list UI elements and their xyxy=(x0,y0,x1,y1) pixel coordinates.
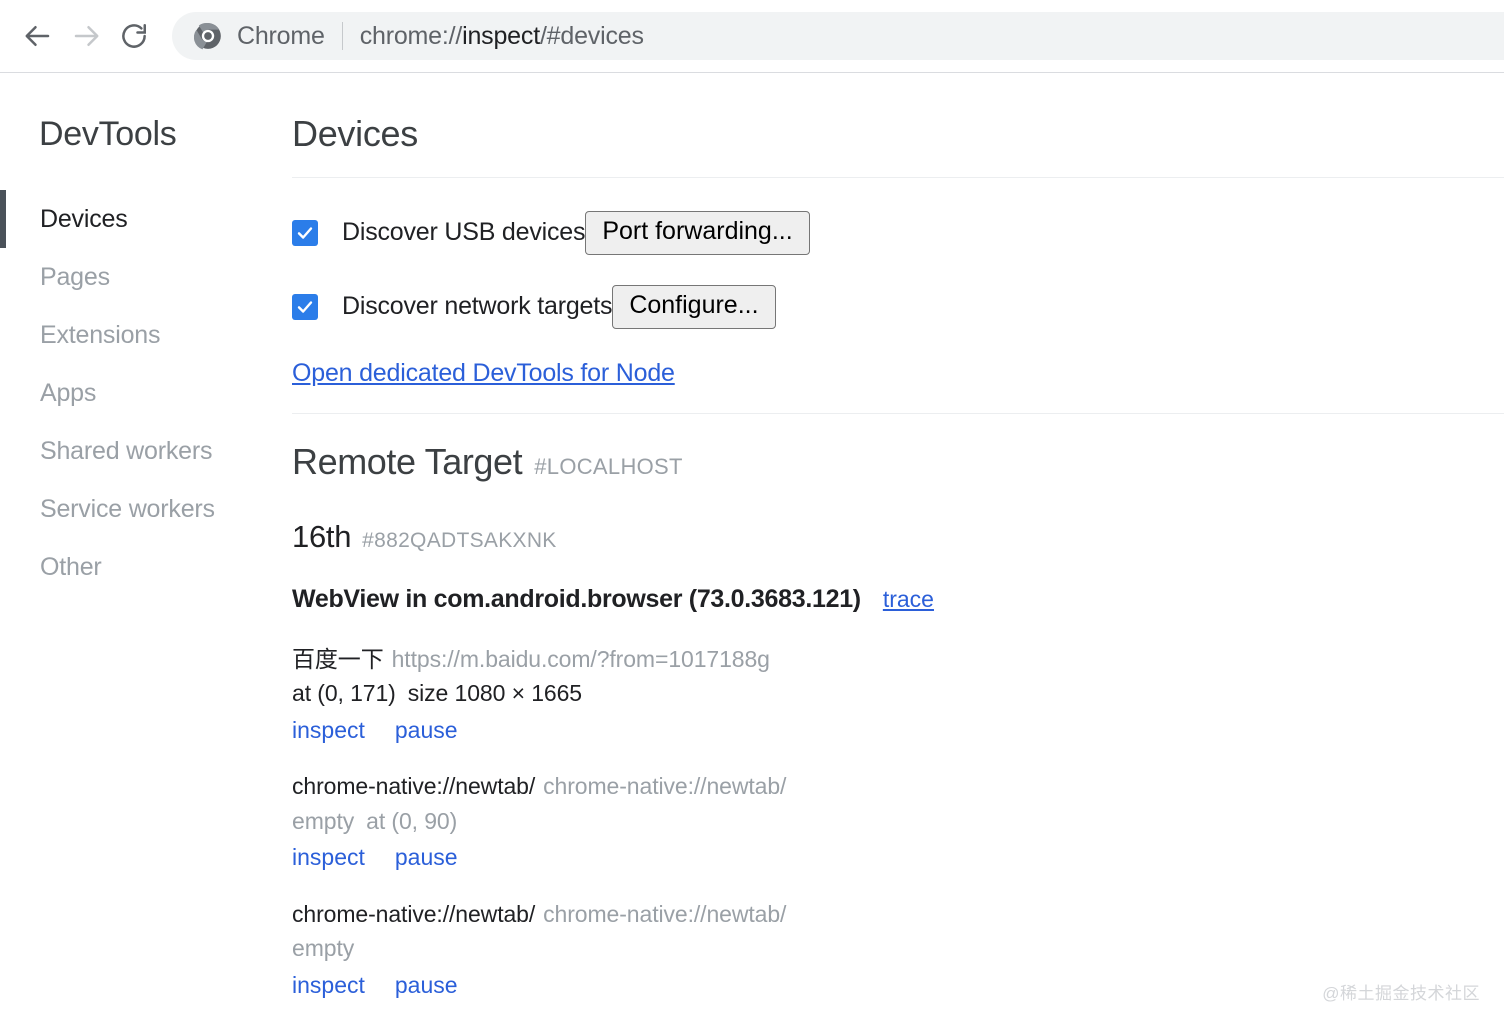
page-title: Devices xyxy=(292,113,1504,155)
device-name: 16th xyxy=(292,519,351,555)
discover-network-row: Discover network targets Configure... xyxy=(292,285,1504,329)
arrow-left-icon xyxy=(23,21,53,51)
discover-network-checkbox[interactable] xyxy=(292,294,318,320)
omnibox-url-host: inspect xyxy=(462,22,540,50)
forward-button[interactable] xyxy=(62,12,110,60)
sidebar-item-label: Devices xyxy=(40,205,128,233)
target-row: chrome-native://newtab/chrome-native://n… xyxy=(292,769,1504,875)
target-row: 百度一下 https://m.baidu.com/?from=1017188g a… xyxy=(292,642,1504,748)
reload-button[interactable] xyxy=(110,12,158,60)
page-body: DevTools Devices Pages Extensions Apps S… xyxy=(0,73,1504,1026)
target-size: at (0, 90) xyxy=(366,808,457,834)
main-content: Devices Discover USB devices Port forwar… xyxy=(292,73,1504,1024)
target-meta-line: at (0, 171) size 1080 × 1665 xyxy=(292,676,1504,711)
target-actions: inspect pause xyxy=(292,840,1504,875)
target-position: empty xyxy=(292,935,354,961)
inspect-link[interactable]: inspect xyxy=(292,972,365,998)
target-title-line: chrome-native://newtab/chrome-native://n… xyxy=(292,897,1504,932)
omnibox-brand-label: Chrome xyxy=(237,22,325,51)
browser-name: WebView in com.android.browser (73.0.368… xyxy=(292,585,861,614)
target-position: empty xyxy=(292,808,354,834)
inspect-link[interactable]: inspect xyxy=(292,844,365,870)
pause-link[interactable]: pause xyxy=(395,844,458,870)
sidebar-item-label: Other xyxy=(40,553,102,581)
target-url: chrome-native://newtab/ xyxy=(543,901,786,927)
sidebar: DevTools Devices Pages Extensions Apps S… xyxy=(0,73,292,596)
discover-network-label: Discover network targets xyxy=(342,292,612,321)
sidebar-title: DevTools xyxy=(0,115,292,154)
port-forwarding-slot: Port forwarding... xyxy=(585,211,1319,255)
sidebar-item-label: Pages xyxy=(40,263,110,291)
configure-slot: Configure... xyxy=(612,285,1346,329)
checkmark-icon xyxy=(296,298,314,316)
inspect-link[interactable]: inspect xyxy=(292,717,365,743)
back-button[interactable] xyxy=(14,12,62,60)
remote-target-heading: Remote Target #LOCALHOST xyxy=(292,441,1504,483)
checkmark-icon xyxy=(296,224,314,242)
remote-target-divider xyxy=(292,413,1504,414)
pause-link[interactable]: pause xyxy=(395,717,458,743)
sidebar-nav-list: Devices Pages Extensions Apps Shared wor… xyxy=(0,190,292,596)
sidebar-item-extensions[interactable]: Extensions xyxy=(0,306,292,364)
target-size: size 1080 × 1665 xyxy=(408,680,582,706)
omnibox-url-prefix: chrome:// xyxy=(360,22,462,50)
sidebar-item-apps[interactable]: Apps xyxy=(0,364,292,422)
trace-link[interactable]: trace xyxy=(883,586,934,613)
remote-target-hash: #LOCALHOST xyxy=(534,454,683,480)
device-serial: #882QADTSAKXNK xyxy=(362,529,556,553)
discover-usb-checkbox[interactable] xyxy=(292,220,318,246)
title-divider xyxy=(292,177,1504,178)
target-title: 百度一下 xyxy=(292,646,384,672)
remote-target-title: Remote Target xyxy=(292,441,522,483)
arrow-right-icon xyxy=(71,21,101,51)
target-title-line: chrome-native://newtab/chrome-native://n… xyxy=(292,769,1504,804)
omnibox-url-suffix: /#devices xyxy=(540,22,644,50)
target-title: chrome-native://newtab/ xyxy=(292,901,535,927)
sidebar-item-label: Extensions xyxy=(40,321,160,349)
target-title-line: 百度一下 https://m.baidu.com/?from=1017188g xyxy=(292,642,1504,677)
target-title: chrome-native://newtab/ xyxy=(292,773,535,799)
watermark: @稀土掘金技术社区 xyxy=(1322,979,1480,1004)
sidebar-item-other[interactable]: Other xyxy=(0,538,292,596)
target-url: https://m.baidu.com/?from=1017188g xyxy=(392,646,770,672)
target-url: chrome-native://newtab/ xyxy=(543,773,786,799)
address-bar[interactable]: Chrome chrome://inspect/#devices xyxy=(172,12,1504,60)
target-position: at (0, 171) xyxy=(292,680,396,706)
sidebar-item-service-workers[interactable]: Service workers xyxy=(0,480,292,538)
sidebar-item-pages[interactable]: Pages xyxy=(0,248,292,306)
sidebar-item-shared-workers[interactable]: Shared workers xyxy=(0,422,292,480)
configure-button[interactable]: Configure... xyxy=(612,285,775,329)
browser-heading: WebView in com.android.browser (73.0.368… xyxy=(292,585,1504,614)
discover-usb-row: Discover USB devices Port forwarding... xyxy=(292,211,1504,255)
browser-toolbar: Chrome chrome://inspect/#devices xyxy=(0,0,1504,73)
port-forwarding-button[interactable]: Port forwarding... xyxy=(585,211,809,255)
reload-icon xyxy=(119,21,149,51)
device-heading: 16th #882QADTSAKXNK xyxy=(292,519,1504,555)
sidebar-item-label: Shared workers xyxy=(40,437,212,465)
target-meta-line: empty xyxy=(292,931,1504,966)
sidebar-item-devices[interactable]: Devices xyxy=(0,190,292,248)
omnibox-separator xyxy=(342,22,343,50)
sidebar-item-label: Apps xyxy=(40,379,96,407)
target-meta-line: empty at (0, 90) xyxy=(292,804,1504,839)
pause-link[interactable]: pause xyxy=(395,972,458,998)
omnibox-url[interactable]: chrome://inspect/#devices xyxy=(360,22,644,51)
chrome-logo-icon xyxy=(194,22,222,50)
target-actions: inspect pause xyxy=(292,713,1504,748)
sidebar-item-label: Service workers xyxy=(40,495,215,523)
discover-usb-label: Discover USB devices xyxy=(342,218,585,247)
open-node-devtools-link[interactable]: Open dedicated DevTools for Node xyxy=(292,359,675,388)
